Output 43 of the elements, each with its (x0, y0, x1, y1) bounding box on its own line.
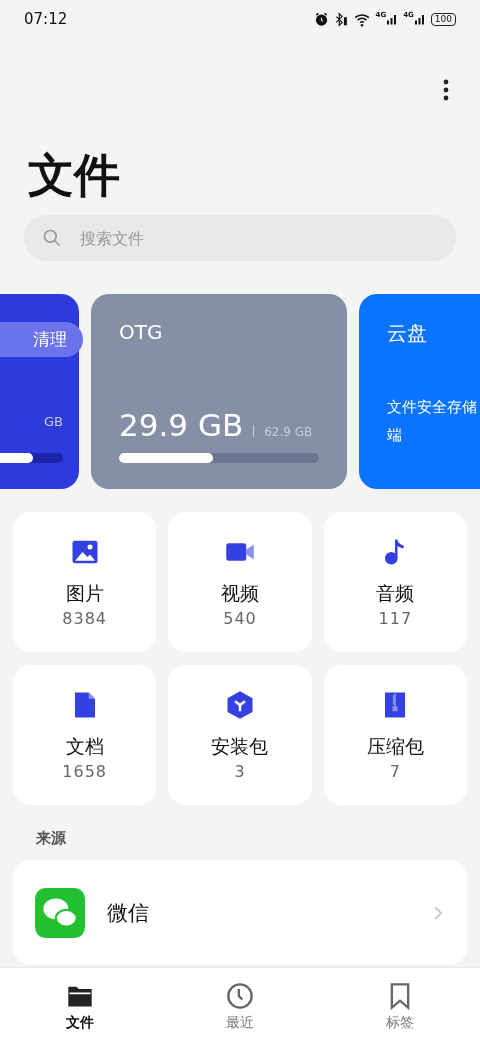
capacity-text: GB (43, 414, 63, 432)
total-space: 62.9 GB (264, 425, 313, 440)
file-count: 1658 (62, 761, 107, 781)
storage-name: OTG (119, 320, 164, 345)
nav-tab[interactable]: 文件 (0, 968, 160, 1057)
hexagon-icon (225, 689, 255, 720)
category-card[interactable]: 安装包 3 (168, 665, 312, 806)
section-heading: 来源 (36, 829, 67, 849)
page-title: 文件 (28, 148, 121, 204)
cloud-storage-card[interactable]: 云盘 文件安全存储端 (359, 294, 480, 490)
category-card[interactable]: 图片 8384 (13, 512, 157, 653)
nav-tab[interactable]: 最近 (160, 968, 320, 1057)
clock-icon (226, 982, 254, 1010)
category-label: 文档 (65, 733, 104, 759)
storage-name: 云盘 (387, 320, 428, 348)
category-card[interactable]: 压缩包 7 (323, 665, 467, 806)
file-count: 8384 (62, 608, 107, 628)
battery-level: 100 (430, 12, 456, 26)
file-count: 3 (234, 761, 246, 781)
chat-bubbles-icon (35, 887, 85, 938)
category-label: 压缩包 (366, 733, 424, 759)
search-field[interactable]: 搜索文件 (24, 215, 456, 262)
file-count: 540 (223, 608, 257, 628)
cloud-description: 文件安全存储端 (387, 397, 477, 447)
category-card[interactable]: 视频 540 (168, 512, 312, 653)
source-label: 微信 (107, 899, 150, 927)
file-count: 7 (389, 761, 401, 781)
nav-tab[interactable]: 标签 (320, 968, 480, 1057)
category-label: 视频 (221, 580, 259, 606)
alarm-icon (313, 11, 329, 27)
clock-time: 07:12 (24, 10, 68, 28)
file-count: 117 (378, 608, 413, 628)
category-card[interactable]: 音频 117 (323, 512, 467, 653)
category-label: 图片 (65, 580, 104, 606)
used-space: 29.9 GB (119, 407, 244, 444)
wifi-icon (352, 11, 371, 27)
category-label: 音频 (376, 580, 415, 606)
search-icon (42, 228, 62, 249)
source-item[interactable]: 微信 (13, 860, 467, 966)
clean-button[interactable]: 清理 (0, 322, 83, 358)
category-card[interactable]: 文档 1658 (13, 665, 157, 806)
category-label: 安装包 (211, 733, 269, 759)
bluetooth-icon (333, 11, 348, 27)
